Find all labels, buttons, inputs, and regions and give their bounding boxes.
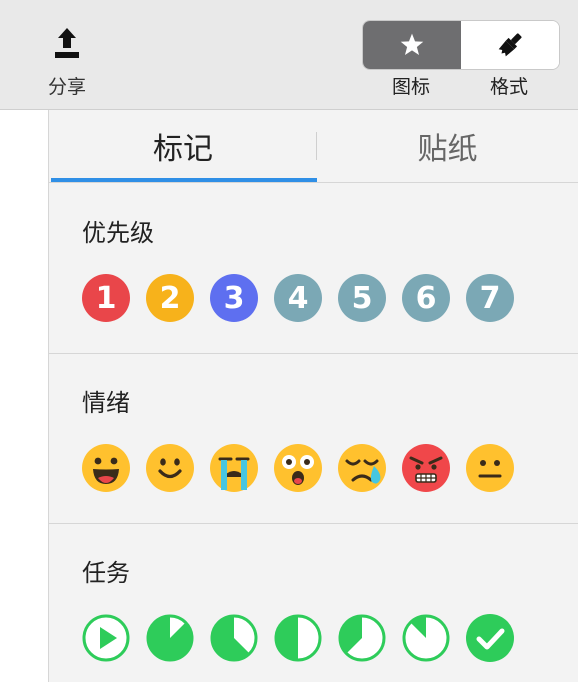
priority-section: 优先级 1234567 bbox=[49, 183, 578, 354]
tab-stickers[interactable]: 贴纸 bbox=[317, 110, 578, 182]
laughing-face-icon[interactable] bbox=[82, 444, 130, 492]
task-done-icon[interactable] bbox=[466, 614, 514, 662]
format-segment-button[interactable] bbox=[461, 21, 559, 69]
priority-5-icon[interactable]: 5 bbox=[338, 274, 386, 322]
view-segmented-control bbox=[362, 20, 560, 70]
tab-markers[interactable]: 标记 bbox=[49, 110, 317, 182]
priority-title: 优先级 bbox=[82, 219, 154, 247]
neutral-face-icon[interactable] bbox=[466, 444, 514, 492]
priority-number: 6 bbox=[402, 274, 450, 322]
panel-tabs: 标记 贴纸 bbox=[49, 110, 578, 183]
priority-icons: 1234567 bbox=[82, 274, 542, 322]
priority-number: 5 bbox=[338, 274, 386, 322]
priority-2-icon[interactable]: 2 bbox=[146, 274, 194, 322]
star-icon bbox=[400, 33, 424, 55]
emotion-icons bbox=[82, 444, 542, 492]
canvas-edge bbox=[0, 110, 49, 682]
active-tab-indicator bbox=[51, 178, 317, 182]
format-segment-label: 格式 bbox=[489, 76, 528, 98]
emotion-section: 情绪 bbox=[49, 353, 578, 524]
task-progress-icon[interactable] bbox=[210, 614, 258, 662]
priority-number: 3 bbox=[210, 274, 258, 322]
format-panel: 标记 贴纸 优先级 1234567 情绪 任务 bbox=[49, 110, 578, 682]
task-progress-icon[interactable] bbox=[402, 614, 450, 662]
task-icons bbox=[82, 614, 542, 662]
icons-segment-button[interactable] bbox=[363, 21, 461, 69]
angry-face-icon[interactable] bbox=[402, 444, 450, 492]
surprised-face-icon[interactable] bbox=[274, 444, 322, 492]
sleepy-face-icon[interactable] bbox=[338, 444, 386, 492]
share-icon bbox=[55, 28, 79, 58]
share-label: 分享 bbox=[47, 76, 86, 98]
task-title: 任务 bbox=[82, 559, 130, 587]
crying-face-icon[interactable] bbox=[210, 444, 258, 492]
task-progress-icon[interactable] bbox=[338, 614, 386, 662]
priority-3-icon[interactable]: 3 bbox=[210, 274, 258, 322]
task-progress-icon[interactable] bbox=[274, 614, 322, 662]
priority-7-icon[interactable]: 7 bbox=[466, 274, 514, 322]
share-button[interactable]: 分享 bbox=[36, 22, 98, 100]
task-section: 任务 bbox=[49, 523, 578, 682]
task-start-icon[interactable] bbox=[82, 614, 130, 662]
priority-1-icon[interactable]: 1 bbox=[82, 274, 130, 322]
brush-icon bbox=[498, 33, 522, 57]
priority-4-icon[interactable]: 4 bbox=[274, 274, 322, 322]
priority-number: 4 bbox=[274, 274, 322, 322]
priority-6-icon[interactable]: 6 bbox=[402, 274, 450, 322]
task-progress-icon[interactable] bbox=[146, 614, 194, 662]
emotion-title: 情绪 bbox=[82, 389, 130, 417]
smiling-face-icon[interactable] bbox=[146, 444, 194, 492]
priority-number: 2 bbox=[146, 274, 194, 322]
icons-segment-label: 图标 bbox=[391, 76, 430, 98]
priority-number: 1 bbox=[82, 274, 130, 322]
toolbar: 分享 图标 格式 bbox=[0, 0, 578, 110]
priority-number: 7 bbox=[466, 274, 514, 322]
